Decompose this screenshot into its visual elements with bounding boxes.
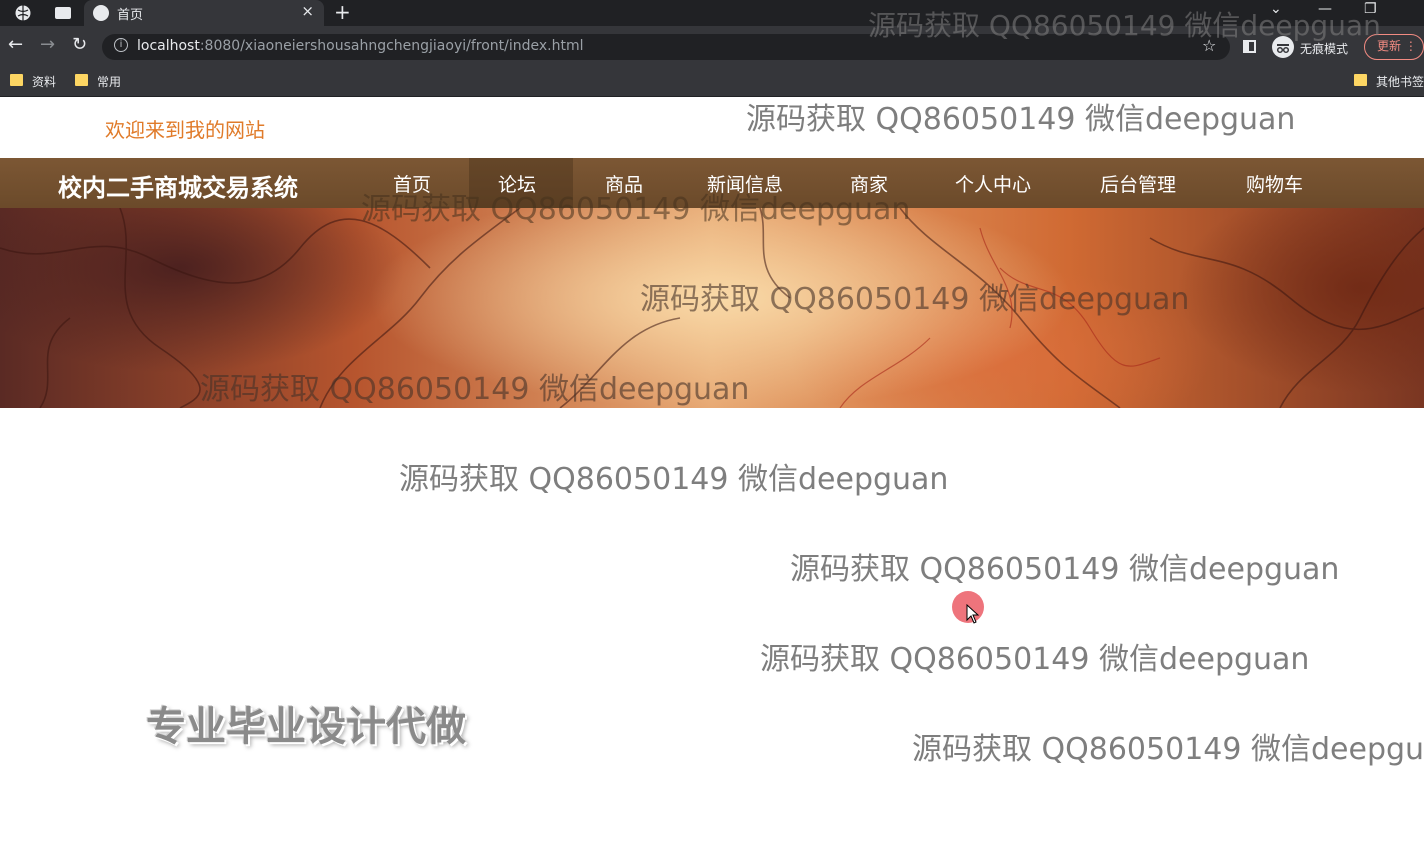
watermark-text: 源码获取 QQ86050149 微信deepguan bbox=[746, 102, 1296, 137]
url-text[interactable]: localhost:8080/xiaoneiershousahngchengji… bbox=[137, 38, 584, 54]
watermark-text: 源码获取 QQ86050149 微信deepguan bbox=[399, 462, 949, 497]
watermark-text: 源码获取 QQ86050149 微信deepguan bbox=[790, 552, 1340, 587]
nav-profile[interactable]: 个人中心 bbox=[955, 170, 1031, 197]
bookmark-other[interactable]: 其他书签 bbox=[1376, 73, 1424, 90]
watermark-text: 源码获取 QQ86050149 微信deepguan bbox=[200, 372, 750, 407]
bookmark-changyong[interactable]: 常用 bbox=[97, 73, 121, 90]
watermark-text: 源码获取 QQ86050149 微信deepguan bbox=[361, 192, 911, 227]
globe-icon[interactable] bbox=[14, 4, 32, 22]
close-icon[interactable]: × bbox=[301, 2, 314, 20]
new-tab-button[interactable]: + bbox=[334, 0, 351, 24]
tab-title: 首页 bbox=[117, 8, 144, 23]
bookmark-ziliao[interactable]: 资料 bbox=[32, 73, 56, 90]
info-icon[interactable]: i bbox=[114, 38, 128, 52]
watermark-text: 源码获取 QQ86050149 微信deepguan bbox=[912, 732, 1424, 767]
watermark-text: 源码获取 QQ86050149 微信deepguan bbox=[760, 642, 1310, 677]
url-path: :8080/xiaoneiershousahngchengjiaoyi/fron… bbox=[199, 38, 584, 54]
watermark-text: 源码获取 QQ86050149 微信deepguan bbox=[640, 282, 1190, 317]
folder-icon bbox=[10, 74, 23, 86]
forward-icon[interactable]: → bbox=[40, 34, 55, 55]
reload-icon[interactable]: ↻ bbox=[72, 34, 87, 55]
watermark-text: 源码获取 QQ86050149 微信deepguan bbox=[868, 9, 1381, 42]
globe-icon bbox=[93, 5, 109, 21]
folder-icon bbox=[75, 74, 88, 86]
promo-heading: 专业毕业设计代做 bbox=[146, 704, 466, 750]
bookmarks-bar: 资料 常用 其他书签 bbox=[0, 66, 1424, 97]
nav-cart[interactable]: 购物车 bbox=[1246, 170, 1303, 197]
tab-home[interactable]: 首页 × bbox=[84, 0, 324, 26]
back-icon[interactable]: ← bbox=[8, 34, 23, 55]
mouse-cursor-icon bbox=[966, 604, 980, 624]
folder-icon bbox=[1354, 74, 1367, 86]
nav-admin[interactable]: 后台管理 bbox=[1100, 170, 1176, 197]
site-title[interactable]: 校内二手商城交易系统 bbox=[58, 168, 298, 203]
window-icon[interactable] bbox=[54, 4, 72, 22]
welcome-text: 欢迎来到我的网站 bbox=[105, 118, 265, 142]
url-host: localhost bbox=[137, 38, 200, 54]
